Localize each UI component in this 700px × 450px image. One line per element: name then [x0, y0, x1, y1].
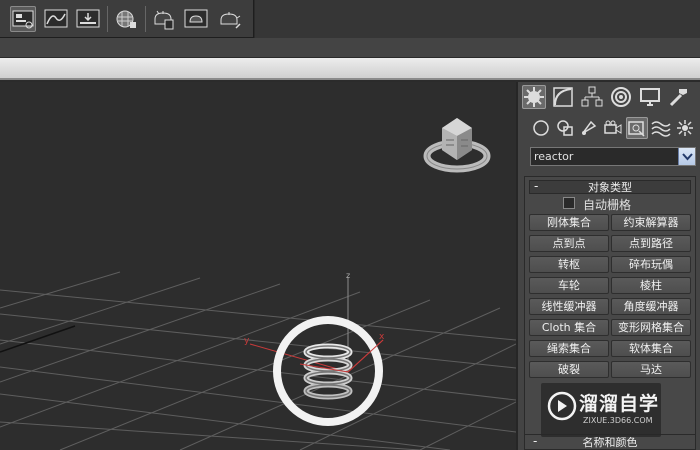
display-tab-icon[interactable]	[638, 85, 662, 109]
viewcube-icon[interactable]	[420, 106, 500, 176]
linear-dashpot-button[interactable]: 线性缓冲器	[529, 298, 609, 315]
scene-explorer-icon[interactable]	[10, 6, 36, 32]
angular-dashpot-button[interactable]: 角度缓冲器	[611, 298, 691, 315]
autogrid-checkbox[interactable]	[563, 197, 575, 209]
chevron-down-icon[interactable]	[678, 148, 695, 165]
prism-button[interactable]: 棱柱	[611, 277, 691, 294]
dropdown-selected-value: reactor	[534, 150, 574, 163]
cameras-icon[interactable]	[602, 117, 624, 139]
curve-editor-icon[interactable]	[43, 6, 69, 32]
geometry-icon[interactable]	[530, 117, 552, 139]
create-tab-icon[interactable]	[522, 85, 546, 109]
ragdoll-button[interactable]: 碎布玩偶	[611, 256, 691, 273]
toolbar-separator	[107, 6, 108, 32]
z-axis-label: z	[346, 271, 350, 280]
rollout-title: 对象类型	[588, 181, 632, 194]
watermark-subtitle: ZIXUE.3D66.COM	[583, 416, 653, 425]
rendered-frame-icon[interactable]	[183, 6, 209, 32]
helpers-icon[interactable]	[626, 117, 648, 139]
autogrid-label: 自动栅格	[583, 198, 632, 212]
lights-icon[interactable]	[578, 117, 600, 139]
modify-tab-icon[interactable]	[551, 85, 575, 109]
motor-button[interactable]: 马达	[611, 361, 691, 378]
deforming-mesh-collection-button[interactable]: 变形网格集合	[611, 319, 691, 336]
watermark-logo-icon	[547, 391, 577, 421]
wheel-button[interactable]: 车轮	[529, 277, 609, 294]
rollout-title: 名称和颜色	[582, 436, 638, 449]
hinge-button[interactable]: 转枢	[529, 256, 609, 273]
constraint-solver-button[interactable]: 约束解算器	[611, 214, 691, 231]
point-to-point-button[interactable]: 点到点	[529, 235, 609, 252]
motion-tab-icon[interactable]	[609, 85, 633, 109]
cloth-collection-button[interactable]: Cloth 集合	[529, 319, 609, 336]
toolbar-separator	[145, 6, 146, 32]
perspective-viewport[interactable]: z y x	[0, 82, 516, 450]
fracture-button[interactable]: 破裂	[529, 361, 609, 378]
watermark: 溜溜自学 ZIXUE.3D66.COM	[541, 383, 661, 437]
shapes-icon[interactable]	[554, 117, 576, 139]
systems-icon[interactable]	[674, 117, 696, 139]
toolbar-empty-area	[255, 0, 700, 38]
material-editor-icon[interactable]	[113, 6, 139, 32]
viewport-header-bar	[0, 58, 700, 80]
render-production-icon[interactable]	[216, 6, 242, 32]
home-grid	[0, 271, 516, 450]
point-to-path-button[interactable]: 点到路径	[611, 235, 691, 252]
dope-sheet-icon[interactable]	[75, 6, 101, 32]
rope-collection-button[interactable]: 绳索集合	[529, 340, 609, 357]
soft-body-collection-button[interactable]: 软体集合	[611, 340, 691, 357]
object-category-dropdown[interactable]: reactor	[530, 147, 696, 166]
rigid-body-collection-button[interactable]: 刚体集合	[529, 214, 609, 231]
main-toolbar	[0, 0, 254, 38]
utilities-tab-icon[interactable]	[667, 85, 691, 109]
space-warps-icon[interactable]	[650, 117, 672, 139]
render-setup-icon[interactable]	[150, 6, 176, 32]
rollout-header[interactable]: - 对象类型	[529, 179, 691, 194]
watermark-title: 溜溜自学	[579, 393, 660, 415]
x-axis-label: y	[244, 336, 250, 346]
secondary-toolbar	[0, 38, 700, 58]
hierarchy-tab-icon[interactable]	[580, 85, 604, 109]
